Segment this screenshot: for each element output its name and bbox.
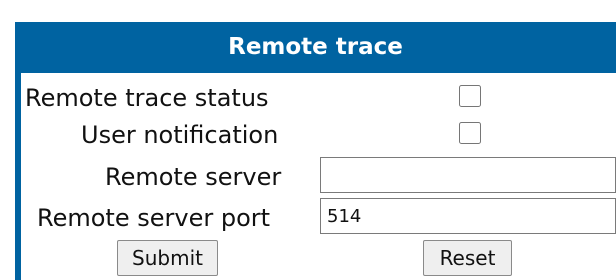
remote-server-port-label: Remote server port xyxy=(37,204,271,232)
panel-title: Remote trace xyxy=(15,22,616,73)
submit-button[interactable]: Submit xyxy=(117,240,218,276)
reset-button[interactable]: Reset xyxy=(423,240,512,276)
remote-trace-status-checkbox[interactable] xyxy=(459,85,481,107)
panel-left-border xyxy=(15,73,21,280)
remote-server-port-input[interactable] xyxy=(320,198,616,234)
user-notification-checkbox[interactable] xyxy=(459,122,481,144)
remote-trace-status-label: Remote trace status xyxy=(25,84,269,112)
remote-server-input[interactable] xyxy=(320,157,616,193)
user-notification-label: User notification xyxy=(81,121,279,149)
remote-trace-panel: Remote trace Remote trace status User no… xyxy=(0,0,616,280)
remote-server-label: Remote server xyxy=(105,163,282,191)
